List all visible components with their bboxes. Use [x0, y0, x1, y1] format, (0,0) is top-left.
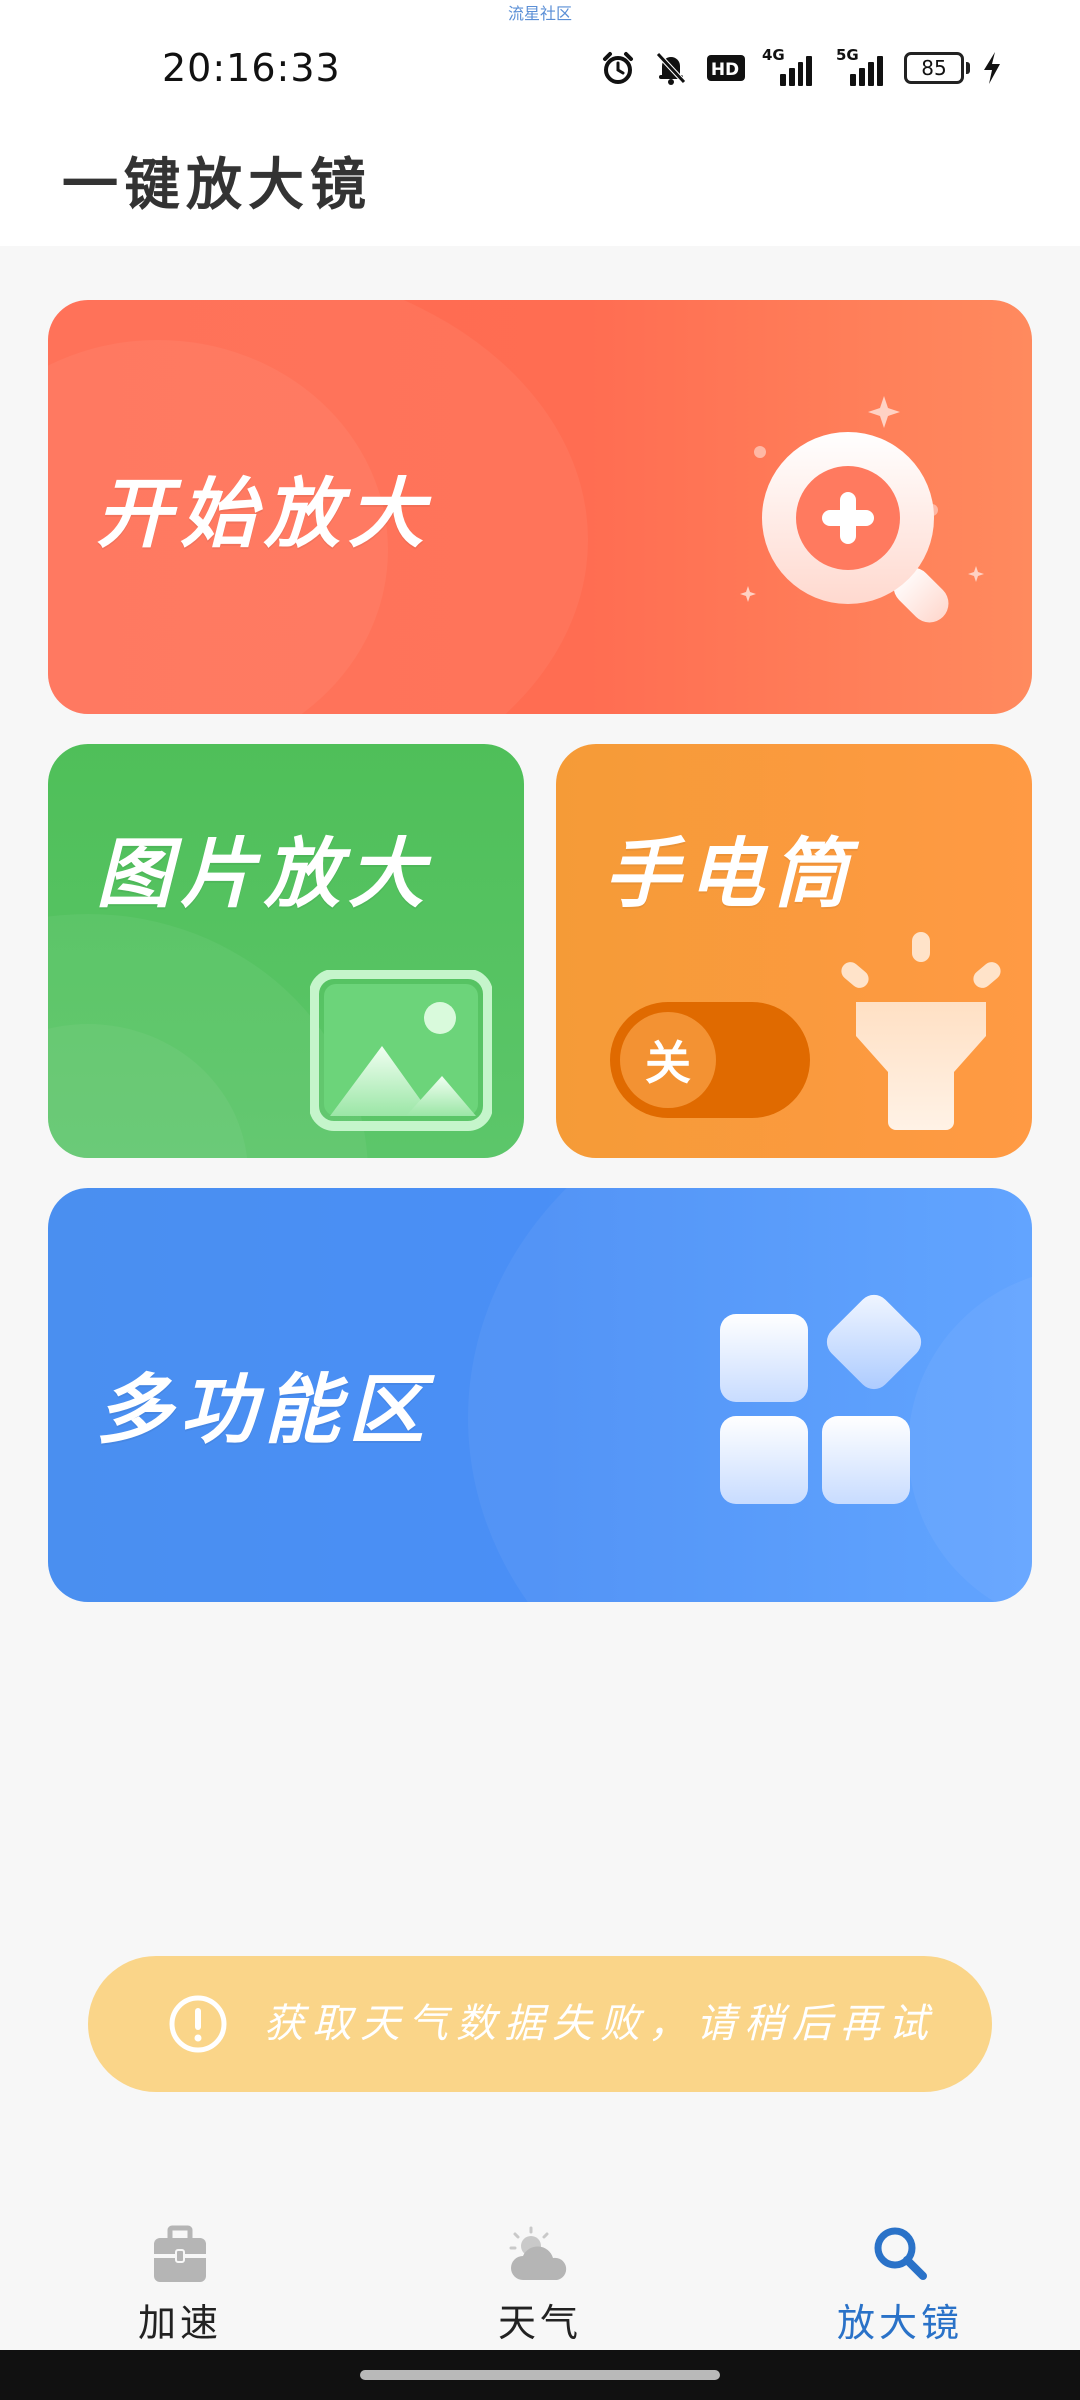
- toast-message: 获取天气数据失败，请稍后再试: [264, 2001, 936, 2047]
- mute-bell-icon: [654, 50, 688, 86]
- weather-icon: [509, 2226, 567, 2280]
- signal-4g-icon: 4G: [762, 46, 812, 86]
- flashlight-toggle-knob: 关: [620, 1012, 716, 1108]
- charging-icon: [982, 50, 1002, 86]
- nav-item-weather[interactable]: 天气: [440, 2214, 640, 2347]
- multi-function-label: 多功能区: [96, 1365, 432, 1454]
- signal-5g-icon: 5G: [830, 46, 886, 86]
- svg-text:HD: HD: [711, 60, 739, 80]
- toolbox-icon: [154, 2225, 206, 2282]
- image-icon: [310, 970, 492, 1131]
- flashlight-label: 手电筒: [604, 829, 856, 918]
- watermark: 流星社区: [507, 4, 572, 23]
- system-nav-bar: [0, 2350, 1080, 2400]
- alarm-icon: [600, 50, 636, 86]
- flashlight-icon: [841, 932, 1001, 1130]
- battery-icon: 85: [904, 52, 970, 84]
- search-icon: [874, 2227, 927, 2280]
- status-icons: HD 4G 5G 85: [600, 46, 1002, 90]
- flashlight-card[interactable]: 手电筒 关: [556, 744, 1032, 1158]
- nav-label-boost: 加速: [137, 2301, 222, 2345]
- battery-level: 85: [921, 56, 947, 80]
- page-title: 一键放大镜: [62, 152, 372, 218]
- network-type-4g: 4G: [762, 46, 785, 64]
- network-type-5g: 5G: [836, 46, 859, 64]
- flashlight-toggle[interactable]: 关: [610, 1002, 810, 1118]
- status-time: 20:16:33: [162, 46, 341, 90]
- error-toast: 获取天气数据失败，请稍后再试: [88, 1956, 992, 2092]
- nav-label-magnifier: 放大镜: [836, 2301, 963, 2345]
- nav-label-weather: 天气: [497, 2301, 582, 2345]
- multi-function-card[interactable]: 多功能区: [48, 1188, 1032, 1602]
- start-zoom-label: 开始放大: [96, 469, 432, 558]
- start-zoom-card[interactable]: 开始放大: [48, 300, 1032, 714]
- apps-grid-icon: [720, 1294, 922, 1504]
- nav-item-magnifier[interactable]: 放大镜: [800, 2214, 1000, 2347]
- alert-circle-icon: [169, 1995, 227, 2053]
- bottom-nav: 加速 天气 放大镜: [0, 2180, 1080, 2350]
- image-zoom-card[interactable]: 图片放大: [48, 744, 524, 1158]
- top-area: 流星社区 20:16:33 HD 4G 5G 85 一键放大镜: [0, 0, 1080, 246]
- nav-item-boost[interactable]: 加速: [80, 2214, 280, 2347]
- hd-icon: HD: [706, 53, 746, 83]
- home-indicator[interactable]: [360, 2370, 720, 2380]
- image-zoom-label: 图片放大: [96, 829, 432, 918]
- magnifier-plus-icon: [740, 396, 984, 623]
